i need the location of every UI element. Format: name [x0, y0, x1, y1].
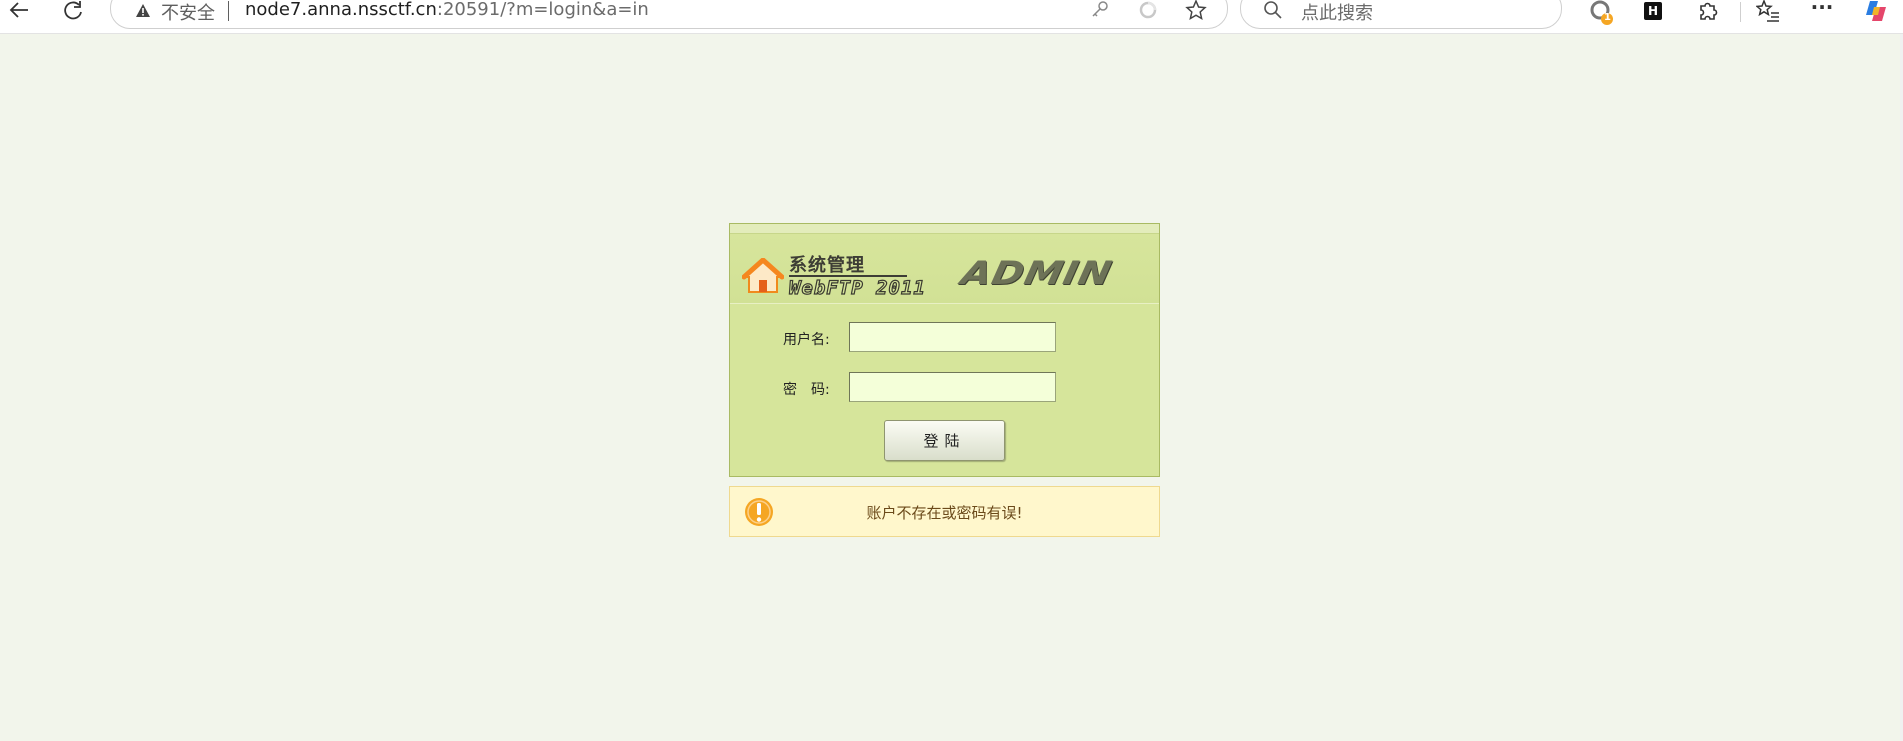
- refresh-icon: [64, 1, 82, 20]
- extension-badge-button[interactable]: 1: [1585, 0, 1619, 28]
- login-top-strip: [730, 224, 1159, 234]
- read-aloud-button[interactable]: [1137, 0, 1159, 21]
- search-placeholder: 点此搜索: [1301, 3, 1373, 24]
- extension-circle-icon: [1590, 0, 1613, 25]
- favorites-button[interactable]: [1753, 0, 1783, 22]
- address-bar[interactable]: 不安全 node7.anna.nssctf.cn:20591/?m=login&…: [110, 0, 1228, 29]
- username-label: 用户名:: [783, 332, 830, 348]
- star-icon: [1185, 0, 1207, 21]
- error-message: 账户不存在或密码有误!: [866, 504, 1023, 522]
- puzzle-icon: [1700, 2, 1718, 20]
- password-input[interactable]: [849, 372, 1056, 402]
- url-host: node7.anna.nssctf.cn: [245, 0, 437, 20]
- product-name: WebFTP 2011: [788, 276, 926, 299]
- refresh-button[interactable]: [58, 0, 88, 22]
- favorite-button[interactable]: [1185, 0, 1207, 21]
- browser-toolbar: 不安全 node7.anna.nssctf.cn:20591/?m=login&…: [0, 0, 1903, 34]
- security-label[interactable]: 不安全: [161, 0, 215, 25]
- address-separator: [228, 1, 229, 21]
- key-icon: [1092, 1, 1108, 17]
- home-icon: [742, 258, 784, 293]
- toolbar-separator: [1740, 2, 1741, 22]
- sync-icon: [1139, 1, 1157, 19]
- url-text[interactable]: node7.anna.nssctf.cn:20591/?m=login&a=in: [245, 0, 649, 20]
- copilot-button[interactable]: [1862, 0, 1892, 22]
- extension-h-icon: H: [1644, 2, 1662, 20]
- extensions-button[interactable]: [1693, 0, 1723, 22]
- extension-h-button[interactable]: H: [1638, 0, 1668, 22]
- system-title: 系统管理: [789, 255, 865, 276]
- password-label: 密 码:: [783, 382, 830, 398]
- login-panel: 系统管理 WebFTP 2011 ADMIN 用户名: 密 码: 登陆: [729, 223, 1160, 477]
- copilot-icon: [1866, 1, 1886, 21]
- search-box[interactable]: 点此搜索: [1240, 0, 1562, 29]
- error-message-box: 账户不存在或密码有误!: [729, 486, 1160, 537]
- favorites-list-icon: [1756, 0, 1779, 22]
- warning-icon[interactable]: [135, 2, 151, 20]
- admin-logo: ADMIN: [958, 254, 1116, 292]
- username-input[interactable]: [849, 322, 1056, 352]
- search-icon: [1264, 1, 1282, 19]
- login-button[interactable]: 登陆: [884, 420, 1005, 461]
- more-menu-button[interactable]: ···: [1807, 0, 1837, 19]
- back-button[interactable]: [4, 0, 34, 22]
- extension-badge-count: 1: [1604, 12, 1611, 23]
- url-path: :20591/?m=login&a=in: [436, 0, 649, 20]
- login-header: 系统管理 WebFTP 2011 ADMIN: [730, 234, 1159, 304]
- back-arrow-icon: [9, 2, 28, 18]
- password-key-button[interactable]: [1089, 0, 1111, 21]
